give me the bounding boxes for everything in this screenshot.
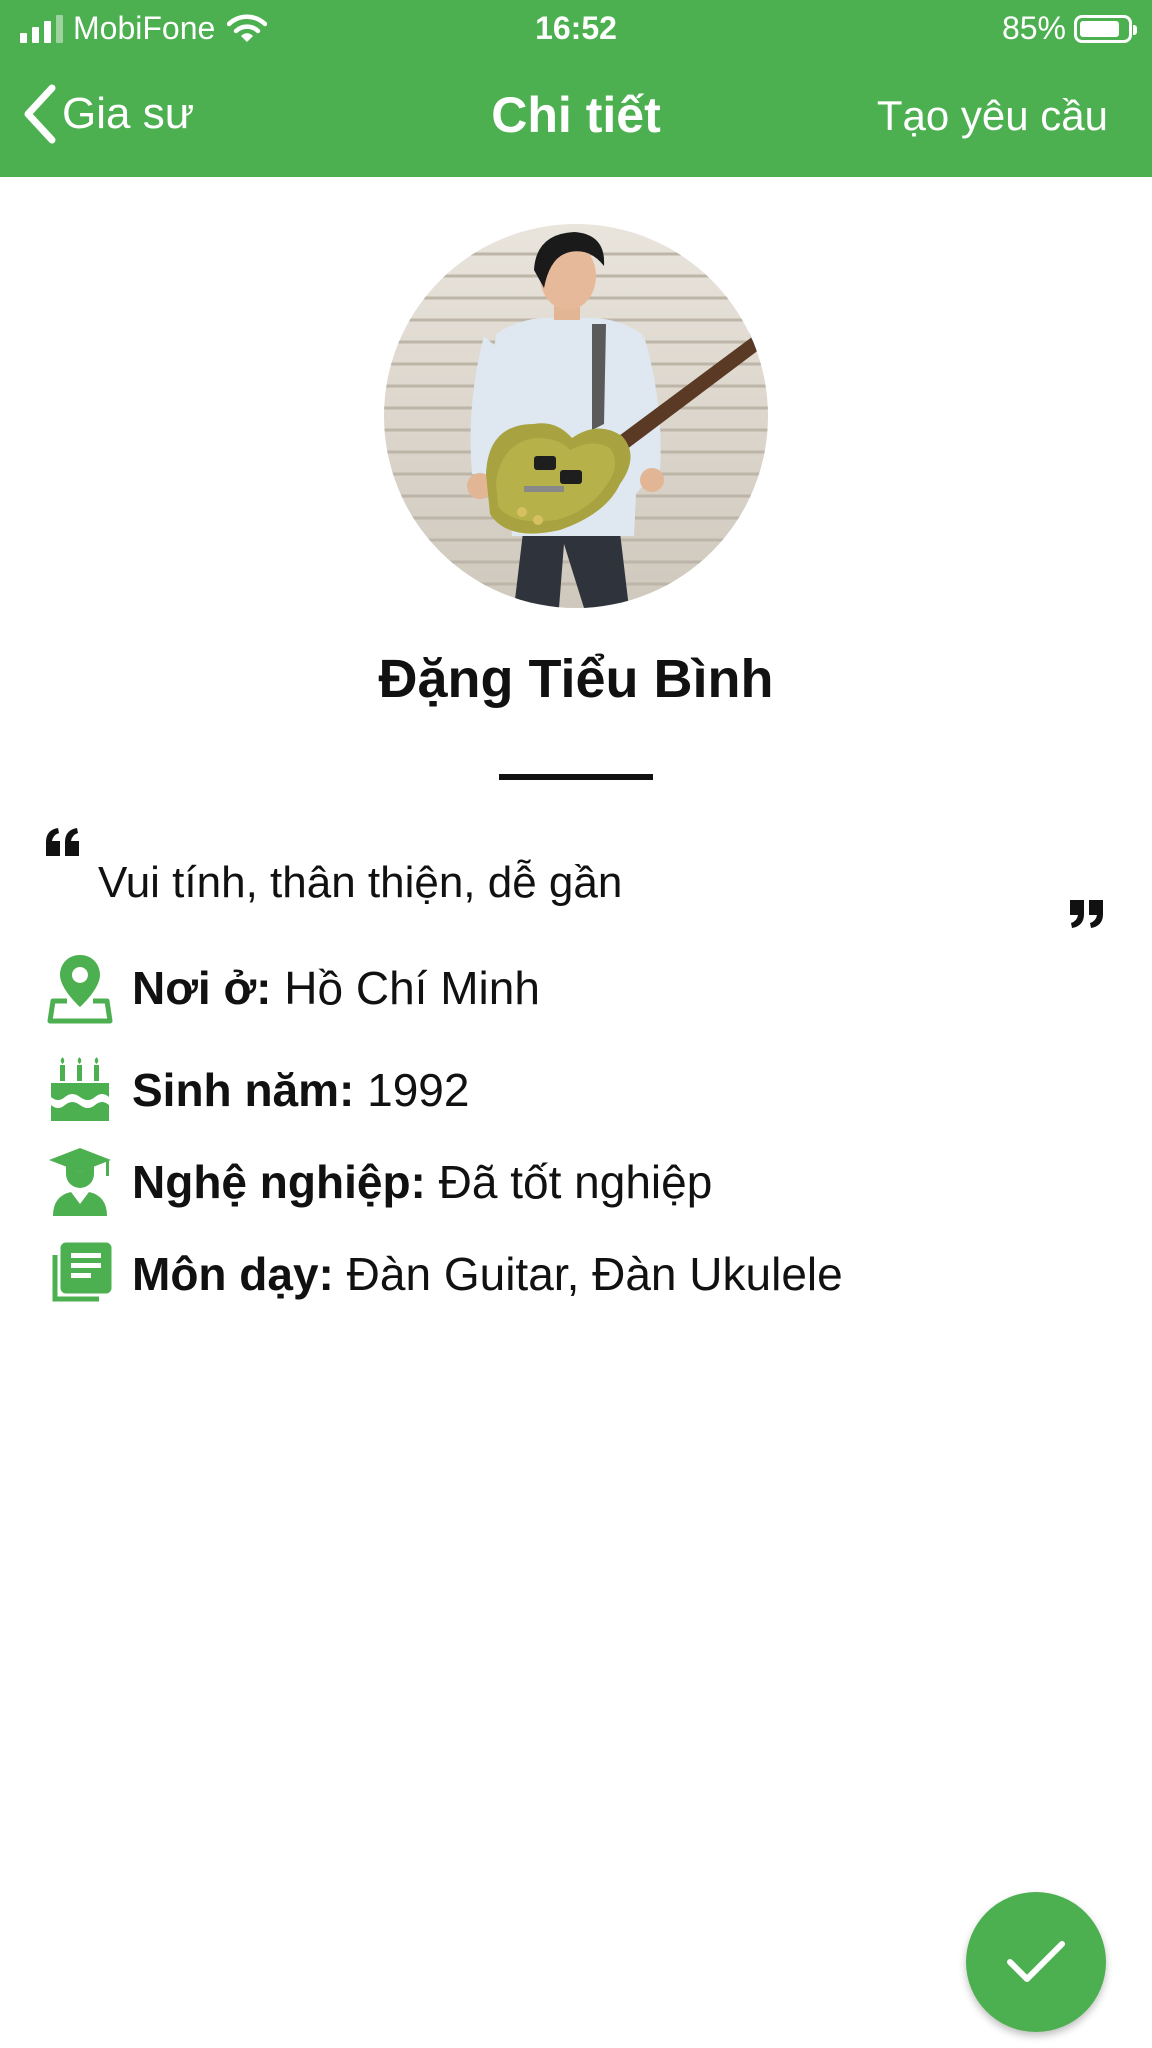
info-label-location: Nơi ở: <box>132 962 272 1014</box>
nav-bar: Gia sư Chi tiết Tạo yêu cầu <box>0 78 1152 158</box>
info-label-occupation: Nghệ nghiệp: <box>132 1156 426 1208</box>
create-request-button[interactable]: Tạo yêu cầu <box>877 92 1108 140</box>
quote-open-icon <box>46 828 79 856</box>
birthday-cake-icon <box>44 1054 116 1126</box>
info-row-subjects: Môn dạy: Đàn Guitar, Đàn Ukulele <box>44 1234 843 1314</box>
info-row-occupation: Nghệ nghiệp: Đã tốt nghiệp <box>44 1142 712 1222</box>
battery-percent: 85% <box>1001 10 1066 46</box>
info-label-subjects: Môn dạy: <box>132 1248 334 1300</box>
app-header: MobiFone 16:52 85% Gia sư Chi tiết Tạo y… <box>0 0 1152 177</box>
info-value-occupation: Đã tốt nghiệp <box>438 1156 713 1208</box>
clock: 16:52 <box>535 10 617 46</box>
quote-close-icon <box>1070 900 1103 928</box>
subjects-icon <box>44 1238 116 1310</box>
info-row-birth-year: Sinh năm: 1992 <box>44 1050 469 1130</box>
info-text-location: Nơi ở: Hồ Chí Minh <box>132 961 540 1015</box>
avatar-photo <box>384 224 768 608</box>
info-value-subjects: Đàn Guitar, Đàn Ukulele <box>346 1248 843 1300</box>
confirm-button[interactable] <box>966 1892 1106 2032</box>
battery-fill <box>1080 20 1120 37</box>
name-divider <box>499 774 653 780</box>
location-pin-icon <box>44 952 116 1024</box>
status-bar: MobiFone 16:52 85% <box>0 8 1152 52</box>
bio-text: Vui tính, thân thiện, dễ gần <box>98 858 623 907</box>
avatar <box>384 224 768 608</box>
info-value-location: Hồ Chí Minh <box>284 962 540 1014</box>
graduate-icon <box>44 1146 116 1218</box>
info-label-birth-year: Sinh năm: <box>132 1064 355 1116</box>
battery-group: 85% <box>1001 10 1137 47</box>
check-icon <box>1007 1941 1065 1982</box>
info-text-birth-year: Sinh năm: 1992 <box>132 1063 469 1117</box>
tutor-name: Đặng Tiểu Bình <box>378 649 774 709</box>
info-row-location: Nơi ở: Hồ Chí Minh <box>44 948 540 1028</box>
info-text-occupation: Nghệ nghiệp: Đã tốt nghiệp <box>132 1155 712 1209</box>
battery-icon <box>1074 14 1137 43</box>
info-value-birth-year: 1992 <box>367 1064 470 1116</box>
info-text-subjects: Môn dạy: Đàn Guitar, Đàn Ukulele <box>132 1247 843 1301</box>
